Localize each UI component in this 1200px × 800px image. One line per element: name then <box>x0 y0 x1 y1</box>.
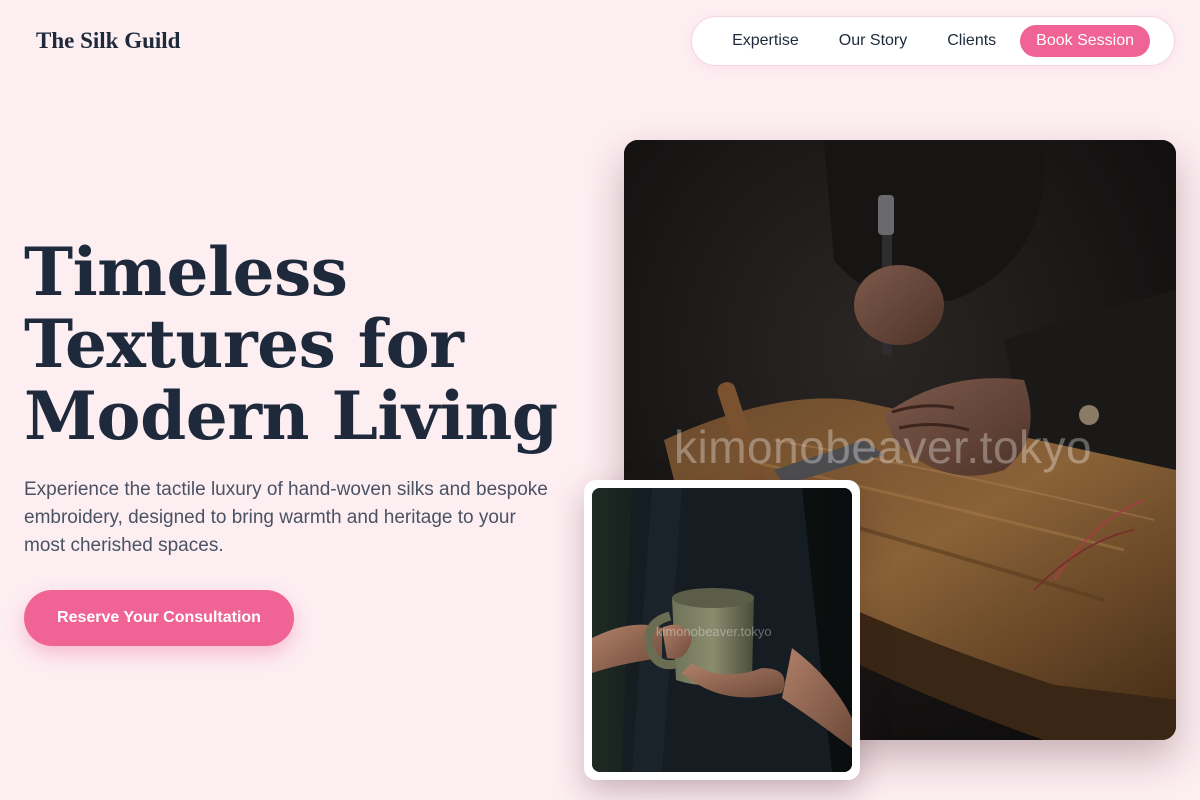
hero-title-line-1: Timeless <box>24 233 348 311</box>
hero-subtitle: Experience the tactile luxury of hand-wo… <box>24 479 548 556</box>
reserve-consultation-button[interactable]: Reserve Your Consultation <box>24 590 294 646</box>
hero-title: Timeless Textures for Modern Living <box>24 236 584 452</box>
nav-item-clients[interactable]: Clients <box>927 32 1016 50</box>
brand-logo[interactable]: The Silk Guild <box>36 28 180 54</box>
mug-photo-illustration <box>592 488 852 772</box>
mug-photo-card: kimonobeaver.tokyo <box>584 480 860 780</box>
nav-item-expertise[interactable]: Expertise <box>712 32 819 50</box>
top-nav: Expertise Our Story Clients Book Session <box>691 16 1175 66</box>
book-session-button[interactable]: Book Session <box>1020 25 1150 57</box>
hero-title-line-3: Modern Living <box>24 377 558 455</box>
hero-title-line-2: Textures for <box>24 305 464 383</box>
nav-item-our-story[interactable]: Our Story <box>819 32 927 50</box>
page: The Silk Guild Expertise Our Story Clien… <box>0 0 1200 800</box>
mug-photo: kimonobeaver.tokyo <box>592 488 852 772</box>
